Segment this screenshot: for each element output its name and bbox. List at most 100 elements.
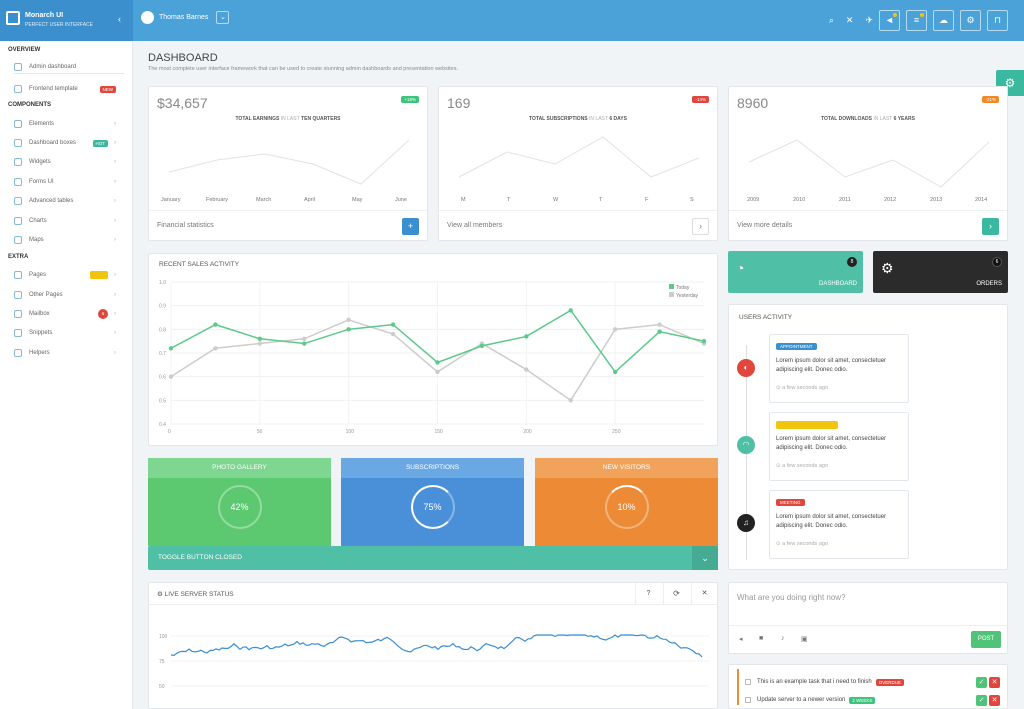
chevron-down-icon[interactable]: ⌄ [692, 546, 718, 570]
shuffle-icon[interactable]: ✕ [846, 15, 854, 26]
user-menu[interactable]: Thomas Barnes ⌄ [141, 11, 230, 24]
collapse-sidebar-icon[interactable]: ‹ [118, 14, 121, 24]
data-point [213, 322, 218, 327]
chevron-right-icon[interactable]: › [692, 218, 709, 235]
boxes-icon [14, 139, 22, 147]
y-tick-label: 1.0 [159, 280, 166, 286]
stat-pct-badge: +18% [401, 96, 419, 103]
legend-swatch [669, 284, 674, 289]
card-footer-link[interactable]: View more details [737, 222, 792, 229]
chevron-right-icon[interactable]: › [982, 218, 999, 235]
gear-icon[interactable]: ⚙ [960, 10, 981, 31]
check-icon[interactable]: ✓ [976, 677, 987, 688]
location-icon[interactable]: ◂ [739, 635, 743, 643]
video-icon[interactable]: ■ [759, 635, 763, 642]
check-icon[interactable]: ✓ [976, 695, 987, 706]
x-label: 2011 [839, 197, 851, 203]
chevron-right-icon: › [114, 218, 116, 224]
plus-icon[interactable]: + [402, 218, 419, 235]
microphone-icon[interactable]: ♪ [781, 635, 785, 642]
chevron-down-icon[interactable]: ⌄ [216, 11, 230, 24]
sidebar-item-advanced-tables[interactable]: Advanced tables › [14, 194, 124, 208]
subscriptions-sparkline [459, 136, 699, 178]
sidebar-item-admin-dashboard[interactable]: Admin dashboard [14, 60, 124, 74]
dashboard-quick-button[interactable]: ◔ 8 DASHBOARD [728, 251, 863, 293]
x-label: 2013 [930, 197, 943, 203]
hot-badge: HOT [92, 139, 108, 147]
sidebar-item-helpers[interactable]: Helpers › [14, 346, 124, 360]
megaphone-icon[interactable]: ◄ [879, 10, 900, 31]
live-server-card: ⚙ LIVE SERVER STATUS ? ⟳ ✕ 100 75 50 [148, 582, 718, 709]
activity-label [776, 421, 838, 429]
todo-checkbox[interactable] [745, 679, 751, 685]
todo-checkbox[interactable] [745, 697, 751, 703]
post-toolbar-divider [729, 625, 1007, 626]
headphones-icon: ♫ [737, 514, 755, 532]
live-server-chart [170, 634, 709, 687]
data-point [701, 338, 707, 344]
status-input[interactable]: What are you doing right now? [737, 593, 846, 602]
close-icon[interactable]: ✕ [989, 695, 1000, 706]
tile-title: NEW VISITORS [535, 458, 718, 478]
sidebar-item-snippets[interactable]: Snippets › [14, 326, 124, 340]
orders-quick-button[interactable]: ⚙ 6 ORDERS [873, 251, 1008, 293]
y-tick-label: 0.9 [159, 304, 166, 310]
mail-icon [14, 310, 22, 318]
subscriptions-tile[interactable]: SUBSCRIPTIONS 75% [341, 458, 524, 546]
sidebar-item-dashboard-boxes[interactable]: Dashboard boxes HOT › [14, 136, 124, 150]
search-icon[interactable]: ⌕ [829, 15, 834, 26]
top-bar: Monarch UI PERFECT USER INTERFACE ‹ Thom… [0, 0, 1024, 41]
mailbox-count-badge: 6 [98, 309, 108, 319]
plane-icon[interactable]: ✈ [865, 15, 873, 26]
data-point [479, 343, 485, 349]
lock-icon[interactable]: ⊓ [987, 10, 1008, 31]
app-title: Monarch UI [25, 12, 64, 19]
image-icon[interactable]: ▣ [801, 635, 808, 643]
data-point [657, 322, 662, 327]
new-badge: NEW [99, 85, 116, 93]
y-tick-label: 0.8 [159, 327, 166, 333]
chevron-right-icon: › [114, 179, 116, 185]
chevron-right-icon: › [114, 311, 116, 317]
sidebar-item-frontend-template[interactable]: Frontend template NEW [14, 82, 124, 96]
sidebar-item-widgets[interactable]: Widgets › [14, 155, 124, 169]
photo-gallery-tile[interactable]: PHOTO GALLERY 42% [148, 458, 331, 546]
data-point [346, 327, 351, 332]
x-label: F [645, 197, 649, 203]
card-footer: View more details › [729, 210, 1007, 242]
legend-label: Yesterday [676, 293, 699, 299]
post-button[interactable]: POST [971, 631, 1001, 648]
new-visitors-tile[interactable]: NEW VISITORS 10% [535, 458, 718, 546]
chevron-right-icon: › [114, 121, 116, 127]
sidebar-item-other-pages[interactable]: Other Pages › [14, 288, 124, 302]
brand[interactable]: Monarch UI PERFECT USER INTERFACE ‹ [0, 0, 133, 41]
sidebar-item-label: Frontend template [29, 86, 78, 92]
sidebar-heading-components: COMPONENTS [8, 102, 52, 108]
card-footer-link[interactable]: Financial statistics [157, 222, 214, 229]
sidebar-item-pages[interactable]: Pages › [14, 268, 124, 282]
toggle-panel-bar[interactable]: TOGGLE BUTTON CLOSED ⌄ [148, 546, 718, 570]
card-footer-link[interactable]: View all members [447, 222, 502, 229]
app-subtitle: PERFECT USER INTERFACE [25, 22, 93, 28]
sidebar-item-maps[interactable]: Maps › [14, 233, 124, 247]
sidebar-item-charts[interactable]: Charts › [14, 214, 124, 228]
card-footer: View all members › [439, 210, 717, 242]
sidebar-item-elements[interactable]: Elements › [14, 117, 124, 131]
sidebar-item-label: Advanced tables [29, 198, 74, 204]
y-tick-label: 0.5 [159, 398, 166, 404]
sidebar-item-mailbox[interactable]: Mailbox 6 › [14, 307, 124, 321]
eye-icon [14, 178, 22, 186]
sliders-icon[interactable]: ≡ [906, 10, 927, 31]
sidebar-item-label: Pages [29, 272, 47, 278]
stat-card-earnings: $34,657 +18% TOTAL EARNINGS IN LAST TEN … [148, 86, 428, 241]
sidebar-item-forms-ui[interactable]: Forms UI › [14, 175, 124, 189]
data-point [168, 374, 174, 379]
todo-text: This is an example task that i need to f… [757, 679, 872, 685]
stat-card-downloads: 8960 -21% TOTAL DOWNLOADS IN LAST 6 YEAR… [728, 86, 1008, 241]
cloud-icon[interactable]: ☁ [933, 10, 954, 31]
data-point [524, 367, 529, 372]
close-icon[interactable]: ✕ [989, 677, 1000, 688]
progress-ring: 42% [217, 485, 262, 529]
todo-badge: OVERDUE [875, 678, 904, 686]
activity-text: Lorem ipsum dolor sit amet, consectetuer… [776, 358, 887, 373]
